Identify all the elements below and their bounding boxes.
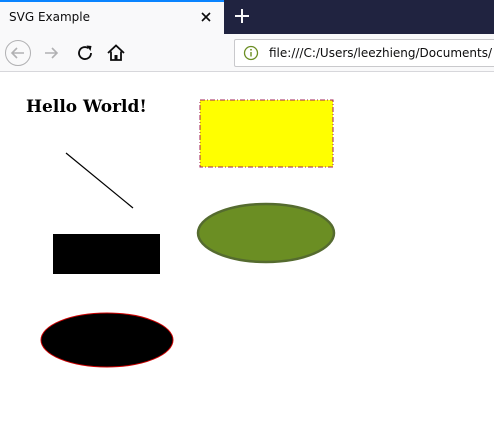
back-arrow-icon[interactable]: [4, 39, 32, 67]
navigation-toolbar: file:///C:/Users/leezhieng/Documents/: [0, 34, 494, 72]
url-bar[interactable]: file:///C:/Users/leezhieng/Documents/: [234, 39, 494, 67]
reload-icon[interactable]: [72, 39, 100, 67]
forward-arrow-icon[interactable]: [38, 39, 66, 67]
plus-icon[interactable]: [230, 4, 254, 28]
yellow-rectangle: [199, 99, 334, 168]
page-content: Hello World!: [0, 72, 494, 430]
home-icon[interactable]: [102, 39, 130, 67]
close-icon[interactable]: [199, 10, 213, 24]
tab-title: SVG Example: [9, 10, 90, 24]
diagonal-line: [65, 152, 134, 209]
black-rectangle: [53, 234, 160, 274]
svg-canvas: [40, 99, 336, 368]
black-ellipse: [40, 312, 174, 368]
tab-svg-example[interactable]: SVG Example: [0, 0, 224, 34]
browser-window: SVG Example file:///C:/Users/leezhieng/D…: [0, 0, 494, 430]
tab-strip: SVG Example: [0, 0, 494, 34]
info-icon[interactable]: [243, 45, 259, 61]
olive-ellipse: [196, 202, 336, 264]
url-text[interactable]: file:///C:/Users/leezhieng/Documents/: [269, 46, 492, 60]
